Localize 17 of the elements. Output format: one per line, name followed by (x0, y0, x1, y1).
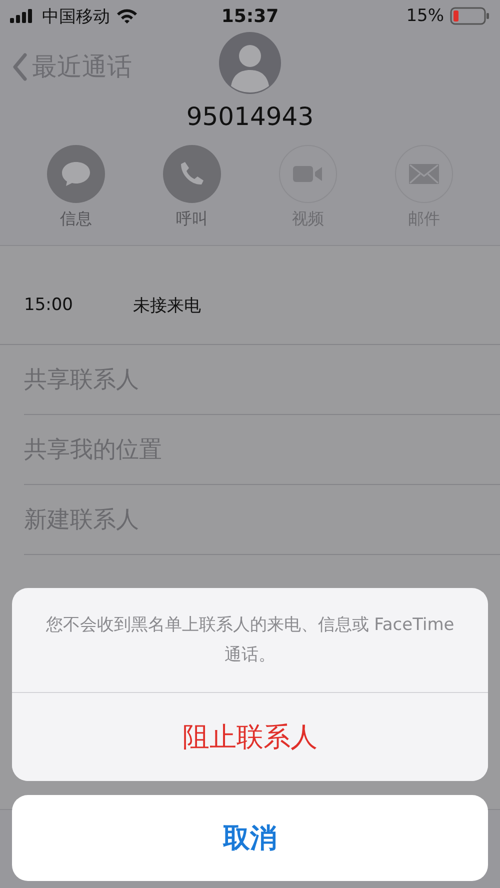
avatar-icon (219, 32, 281, 94)
phone-icon (179, 161, 205, 187)
cancel-button[interactable]: 取消 (12, 795, 488, 881)
battery-icon (450, 7, 490, 25)
action-label: 信息 (60, 209, 92, 230)
contact-number: 95014943 (185, 102, 315, 132)
chevron-left-icon (12, 52, 28, 80)
video-camera-icon (293, 165, 323, 183)
call-type: 未接来电 (133, 294, 201, 316)
clock: 15:37 (221, 6, 279, 26)
action-label: 呼叫 (176, 209, 208, 230)
battery-percent: 15% (406, 6, 444, 26)
wifi-icon (116, 8, 138, 24)
envelope-icon (409, 164, 439, 184)
speech-bubble-icon (61, 161, 91, 187)
call-time: 15:00 (24, 295, 74, 315)
carrier-name: 中国移动 (42, 6, 110, 28)
